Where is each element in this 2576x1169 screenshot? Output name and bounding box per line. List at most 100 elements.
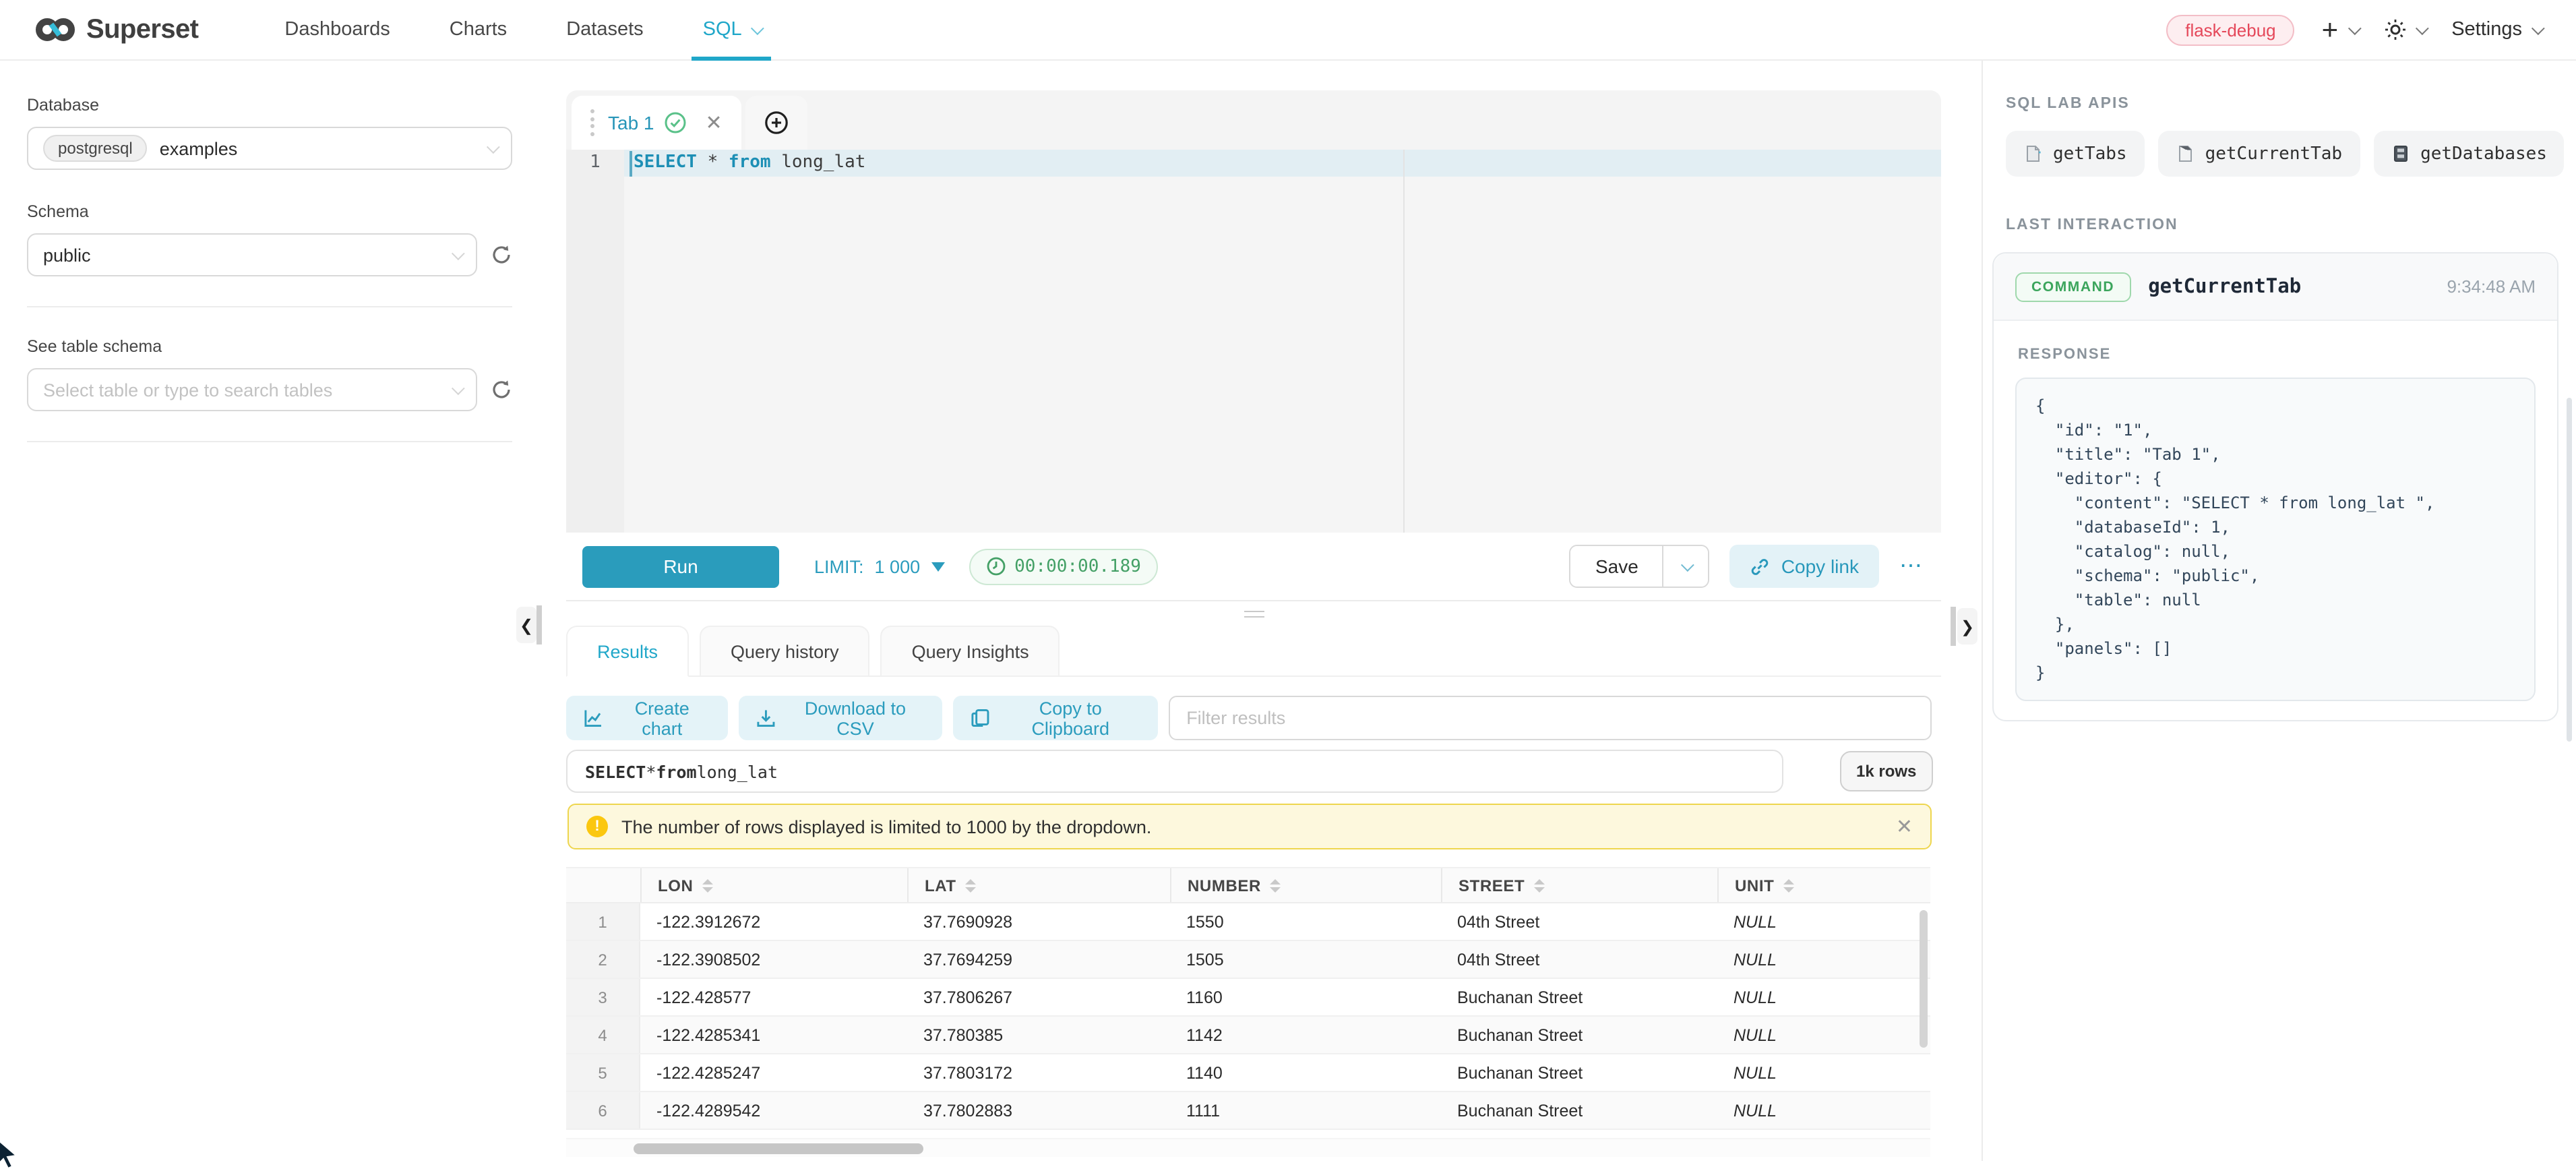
settings-menu[interactable]: Settings	[2451, 19, 2541, 40]
sort-icon[interactable]	[1534, 878, 1545, 892]
plus-circle-icon	[764, 111, 789, 135]
schema-select[interactable]: public	[27, 233, 477, 276]
save-button[interactable]: Save	[1571, 546, 1663, 587]
create-chart-button[interactable]: Create chart	[566, 696, 728, 740]
run-button[interactable]: Run	[582, 545, 779, 587]
right-pane-scrollbar[interactable]	[1951, 607, 1956, 646]
partial-row	[566, 1130, 1930, 1139]
table-row[interactable]: 1 -122.3912672 37.7690928 1550 04th Stre…	[566, 903, 1930, 941]
nav-item-charts[interactable]: Charts	[420, 0, 536, 60]
top-navbar: Superset Dashboards Charts Datasets SQL …	[0, 0, 2576, 61]
interaction-body: RESPONSE { "id": "1", "title": "Tab 1", …	[1994, 321, 2557, 720]
table-row[interactable]: 5 -122.4285247 37.7803172 1140 Buchanan …	[566, 1054, 1930, 1092]
row-index-header	[566, 868, 640, 902]
sort-icon[interactable]	[702, 878, 713, 892]
last-interaction-title: LAST INTERACTION	[2006, 217, 2576, 233]
plus-icon: +	[2322, 16, 2339, 44]
download-icon	[756, 708, 776, 728]
column-header-lat[interactable]: LAT	[907, 868, 1170, 902]
pane-resize-handle[interactable]	[566, 604, 1941, 623]
last-interaction-card: COMMAND getCurrentTab 9:34:48 AM RESPONS…	[1992, 252, 2558, 721]
copy-link-button[interactable]: Copy link	[1730, 545, 1879, 588]
response-label: RESPONSE	[2018, 347, 2536, 363]
database-value: examples	[160, 138, 238, 158]
new-item-menu[interactable]: +	[2322, 16, 2358, 44]
table-row[interactable]: 3 -122.428577 37.7806267 1160 Buchanan S…	[566, 979, 1930, 1017]
save-options-button[interactable]	[1663, 546, 1709, 587]
column-header-number[interactable]: NUMBER	[1170, 868, 1441, 902]
editor-tabstrip: Tab 1 ✕	[566, 90, 1941, 150]
nav-item-dashboards[interactable]: Dashboards	[255, 0, 419, 60]
response-json: { "id": "1", "title": "Tab 1", "editor":…	[2035, 394, 2515, 685]
column-header-street[interactable]: STREET	[1441, 868, 1717, 902]
table-select[interactable]: Select table or type to search tables	[27, 368, 477, 411]
warning-icon: !	[586, 816, 608, 837]
clipboard-icon	[970, 708, 989, 728]
refresh-icon[interactable]	[491, 244, 512, 266]
table-row[interactable]: 2 -122.3908502 37.7694259 1505 04th Stre…	[566, 941, 1930, 979]
brand-name: Superset	[86, 14, 198, 45]
left-pane-scrollbar[interactable]	[536, 605, 542, 645]
clock-icon	[986, 557, 1005, 576]
horizontal-scrollbar-thumb[interactable]	[634, 1143, 923, 1153]
vertical-scrollbar-thumb[interactable]	[1920, 910, 1928, 1048]
chevron-down-icon	[2415, 21, 2428, 34]
tab-query-insights[interactable]: Query Insights	[881, 626, 1060, 677]
results-actions: Create chart Download to CSV Copy to Cli…	[566, 696, 1932, 740]
sort-icon[interactable]	[1270, 878, 1281, 892]
api-panel-title: SQL LAB APIS	[2006, 96, 2576, 112]
check-circle-icon	[665, 112, 687, 133]
chart-icon	[584, 708, 603, 728]
column-header-lon[interactable]: LON	[640, 868, 907, 902]
database-label: Database	[27, 96, 512, 115]
close-icon[interactable]: ✕	[1896, 814, 1913, 839]
editor-gutter: 1	[566, 150, 624, 533]
refresh-icon[interactable]	[491, 379, 512, 400]
chevron-down-icon	[452, 246, 465, 260]
sort-icon[interactable]	[1783, 878, 1794, 892]
panel-scrollbar-thumb[interactable]	[2567, 398, 2572, 742]
sql-editor[interactable]: 1 SELECT * from long_lat	[566, 150, 1941, 533]
command-name: getCurrentTab	[2148, 276, 2301, 297]
new-tab-button[interactable]	[745, 96, 807, 150]
query-tab-1[interactable]: Tab 1 ✕	[572, 96, 741, 150]
database-engine-tag: postgresql	[43, 135, 148, 162]
close-tab-icon[interactable]: ✕	[706, 111, 723, 135]
database-sidebar: Database postgresql examples Schema publ…	[0, 61, 539, 1161]
filter-results-input[interactable]	[1169, 696, 1932, 740]
copy-to-clipboard-button[interactable]: Copy to Clipboard	[952, 696, 1158, 740]
results-tabbar: Results Query history Query Insights	[566, 626, 1941, 677]
api-chip-getcurrenttab[interactable]: getCurrentTab	[2158, 131, 2360, 177]
table-header-row: LON LAT NUMBER STREET UNIT	[566, 867, 1930, 903]
schema-label: Schema	[27, 202, 512, 221]
divider	[27, 441, 512, 442]
api-chips: getTabs getCurrentTab getDatabases	[2006, 131, 2576, 177]
download-csv-button[interactable]: Download to CSV	[739, 696, 942, 740]
line-number: 1	[566, 150, 624, 173]
api-chip-gettabs[interactable]: getTabs	[2006, 131, 2145, 177]
column-header-unit[interactable]: UNIT	[1717, 868, 1930, 902]
mouse-cursor	[0, 1139, 22, 1169]
nav-item-sql[interactable]: SQL	[673, 0, 791, 60]
table-row[interactable]: 4 -122.4285341 37.780385 1142 Buchanan S…	[566, 1017, 1930, 1054]
chevron-down-icon	[452, 381, 465, 394]
table-row[interactable]: 6 -122.4289542 37.7802883 1111 Buchanan …	[566, 1092, 1930, 1130]
theme-menu[interactable]	[2384, 19, 2424, 40]
superset-logo[interactable]: Superset	[35, 14, 198, 45]
row-count-badge: 1k rows	[1840, 751, 1932, 791]
database-select[interactable]: postgresql examples	[27, 127, 512, 170]
chevron-down-icon	[2532, 21, 2545, 34]
tab-results[interactable]: Results	[566, 626, 689, 677]
horizontal-scrollbar[interactable]	[566, 1139, 1930, 1157]
tab-query-history[interactable]: Query history	[700, 626, 870, 677]
collapse-sidebar-button[interactable]: ❮	[516, 607, 536, 643]
sort-icon[interactable]	[966, 878, 977, 892]
more-options-button[interactable]: ⋯	[1899, 553, 1925, 580]
drag-handle-icon[interactable]	[590, 110, 594, 136]
nav-item-datasets[interactable]: Datasets	[536, 0, 673, 60]
print-margin-line	[1403, 150, 1405, 533]
expand-panel-button[interactable]: ❯	[1957, 608, 1977, 645]
limit-dropdown[interactable]: LIMIT: 1 000	[814, 556, 944, 576]
response-json-box: { "id": "1", "title": "Tab 1", "editor":…	[2015, 378, 2536, 701]
api-chip-getdatabases[interactable]: getDatabases	[2373, 131, 2565, 177]
